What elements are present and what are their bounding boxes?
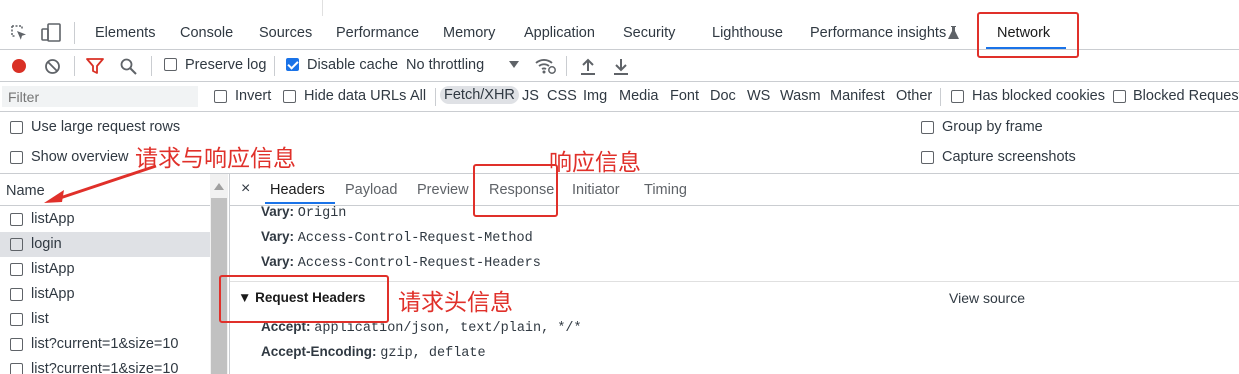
- request-name: listApp: [31, 286, 75, 302]
- response-header-row: Vary: Access-Control-Request-Method: [261, 229, 533, 246]
- invert-checkbox[interactable]: [214, 90, 227, 103]
- tab-lighthouse[interactable]: Lighthouse: [712, 25, 783, 41]
- annotation-arrow-icon: [40, 162, 160, 207]
- tab-sources[interactable]: Sources: [259, 25, 312, 41]
- filter-type-font[interactable]: Font: [670, 88, 699, 104]
- export-har-icon[interactable]: [613, 57, 629, 75]
- scroll-up-arrow-icon[interactable]: [214, 183, 224, 190]
- filter-type-css[interactable]: CSS: [547, 88, 577, 104]
- show-overview-checkbox[interactable]: [10, 151, 23, 164]
- request-row[interactable]: list: [0, 307, 210, 332]
- filter-input[interactable]: [2, 86, 198, 107]
- filter-funnel-icon[interactable]: [86, 58, 104, 75]
- request-row[interactable]: list?current=1&size=10: [0, 332, 210, 357]
- filter-type-all[interactable]: All: [410, 88, 426, 104]
- filter-bar: Invert Hide data URLs All Fetch/XHR JS C…: [0, 82, 1239, 112]
- large-rows-label: Use large request rows: [31, 119, 181, 135]
- has-blocked-cookies-label: Has blocked cookies: [972, 88, 1105, 104]
- disable-cache-label: Disable cache: [307, 57, 399, 73]
- chevron-down-icon[interactable]: [509, 60, 519, 69]
- request-header-row: Accept-Encoding: gzip, deflate: [261, 344, 486, 361]
- annotation-label-request-headers: 请求头信息: [398, 290, 513, 316]
- large-rows-checkbox[interactable]: [10, 121, 23, 134]
- tab-console[interactable]: Console: [180, 25, 233, 41]
- capture-screenshots-checkbox[interactable]: [921, 151, 934, 164]
- request-name: list?current=1&size=10: [31, 361, 179, 374]
- tab-security[interactable]: Security: [623, 25, 675, 41]
- request-row[interactable]: listApp: [0, 282, 210, 307]
- view-source-link[interactable]: View source: [949, 290, 1025, 306]
- filter-type-media[interactable]: Media: [619, 88, 659, 104]
- preserve-log-label: Preserve log: [185, 57, 267, 73]
- filter-type-manifest[interactable]: Manifest: [830, 88, 885, 104]
- filter-type-doc[interactable]: Doc: [710, 88, 736, 104]
- filter-type-img[interactable]: Img: [583, 88, 607, 104]
- tab-performance-insights[interactable]: Performance insights: [810, 25, 946, 41]
- filter-type-wasm[interactable]: Wasm: [780, 88, 821, 104]
- filter-type-js[interactable]: JS: [522, 88, 539, 104]
- import-har-icon[interactable]: [580, 57, 596, 75]
- filter-type-fetch-xhr[interactable]: Fetch/XHR: [440, 86, 519, 104]
- record-icon[interactable]: [11, 58, 27, 74]
- request-name: login: [31, 236, 62, 252]
- request-name: list?current=1&size=10: [31, 336, 179, 352]
- search-icon[interactable]: [120, 58, 137, 75]
- request-row[interactable]: listApp: [0, 207, 210, 232]
- throttling-select[interactable]: No throttling: [406, 57, 484, 73]
- request-name: listApp: [31, 211, 75, 227]
- filter-type-other[interactable]: Other: [896, 88, 932, 104]
- tab-payload[interactable]: Payload: [345, 182, 397, 198]
- tab-initiator[interactable]: Initiator: [572, 182, 620, 198]
- disable-cache-checkbox[interactable]: [286, 58, 299, 71]
- invert-label: Invert: [235, 88, 272, 104]
- capture-screenshots-label: Capture screenshots: [942, 149, 1076, 165]
- device-toolbar-icon[interactable]: [40, 23, 62, 43]
- request-detail-pane: × Headers Payload Preview Response Initi…: [229, 174, 1239, 374]
- request-row-selected[interactable]: login: [0, 232, 210, 257]
- name-column-header[interactable]: Name: [6, 183, 45, 199]
- tab-headers[interactable]: Headers: [270, 182, 325, 198]
- hide-data-urls-label: Hide data URLs: [304, 88, 407, 104]
- annotation-box-network-tab: [977, 12, 1079, 58]
- tab-timing[interactable]: Timing: [644, 182, 687, 198]
- preserve-log-checkbox[interactable]: [164, 58, 177, 71]
- blocked-requests-checkbox[interactable]: [1113, 90, 1126, 103]
- clear-icon[interactable]: [44, 58, 61, 75]
- tab-elements[interactable]: Elements: [95, 25, 155, 41]
- request-row[interactable]: listApp: [0, 257, 210, 282]
- network-conditions-icon[interactable]: [535, 56, 557, 76]
- tab-performance[interactable]: Performance: [336, 25, 419, 41]
- has-blocked-cookies-checkbox[interactable]: [951, 90, 964, 103]
- tab-application[interactable]: Application: [524, 25, 595, 41]
- tab-memory[interactable]: Memory: [443, 25, 495, 41]
- response-header-row: Vary: Access-Control-Request-Headers: [261, 254, 541, 271]
- response-header-row: Vary: Origin: [261, 204, 347, 221]
- request-name: listApp: [31, 261, 75, 277]
- blocked-requests-label: Blocked Requests: [1133, 88, 1239, 104]
- tab-preview[interactable]: Preview: [417, 182, 469, 198]
- annotation-box-request-headers: [219, 275, 389, 323]
- group-by-frame-checkbox[interactable]: [921, 121, 934, 134]
- annotation-box-response-tab: [473, 164, 558, 217]
- filter-type-ws[interactable]: WS: [747, 88, 770, 104]
- close-icon[interactable]: ×: [241, 180, 250, 198]
- request-name: list: [31, 311, 49, 327]
- detail-tabs: × Headers Payload Preview Response Initi…: [230, 174, 1239, 206]
- experiment-flask-icon: [948, 26, 959, 40]
- group-by-frame-label: Group by frame: [942, 119, 1043, 135]
- inspect-element-icon[interactable]: [10, 24, 28, 42]
- hide-data-urls-checkbox[interactable]: [283, 90, 296, 103]
- request-row[interactable]: list?current=1&size=10: [0, 357, 210, 374]
- annotation-label-response: 响应信息: [549, 150, 641, 176]
